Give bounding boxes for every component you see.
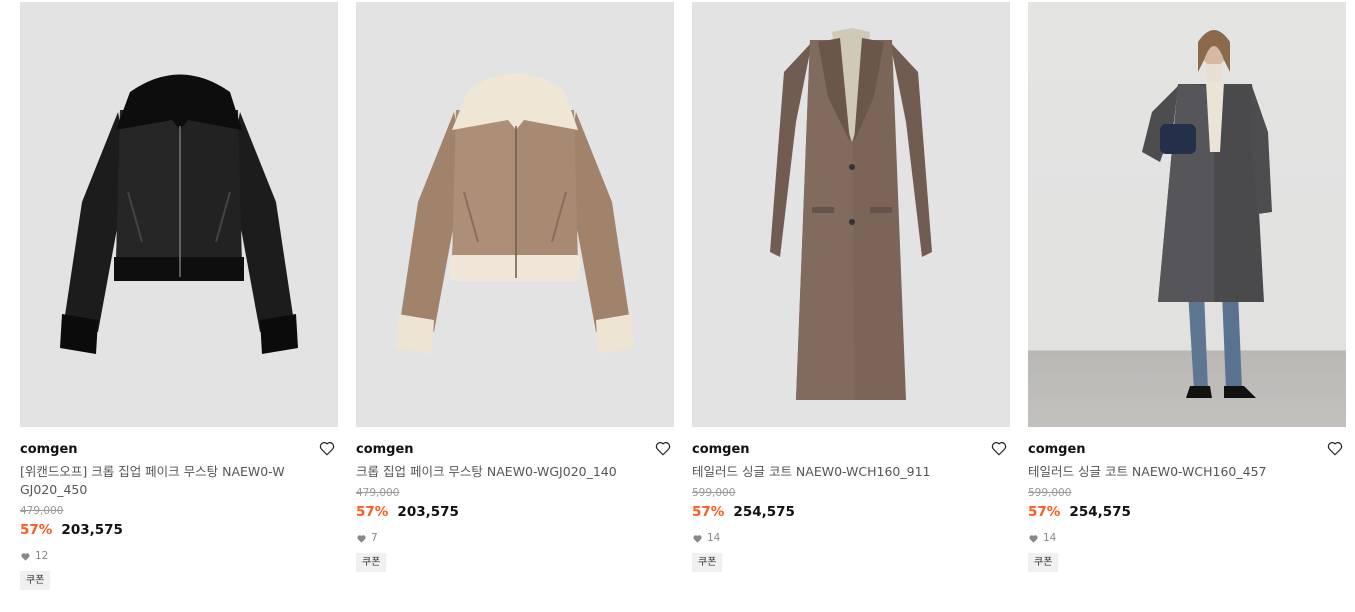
product-card[interactable]: comgen 테일러드 싱글 코트 NAEW0-WCH160_457 599,0… bbox=[1028, 2, 1346, 572]
heart-filled-icon bbox=[357, 534, 366, 543]
brand-name[interactable]: comgen bbox=[692, 441, 1010, 458]
product-image[interactable] bbox=[1028, 2, 1346, 427]
discount-rate: 57% bbox=[692, 504, 725, 520]
product-title[interactable]: 테일러드 싱글 코트 NAEW0-WCH160_911 bbox=[692, 463, 962, 481]
product-image[interactable] bbox=[356, 2, 674, 427]
sale-price: 254,575 bbox=[733, 504, 795, 520]
coupon-badge: 쿠폰 bbox=[1028, 553, 1059, 572]
product-card[interactable]: comgen 크롭 집업 페이크 무스탕 NAEW0-WGJ020_140 47… bbox=[356, 2, 674, 572]
likes-number: 14 bbox=[1043, 532, 1057, 544]
discount-rate: 57% bbox=[356, 504, 389, 520]
sale-price: 254,575 bbox=[1069, 504, 1131, 520]
likes-count: 7 bbox=[356, 531, 674, 545]
likes-count: 14 bbox=[1028, 531, 1346, 545]
original-price: 599,000 bbox=[1028, 487, 1072, 499]
product-title[interactable]: 테일러드 싱글 코트 NAEW0-WCH160_457 bbox=[1028, 463, 1298, 481]
price-row: 57% 203,575 bbox=[20, 519, 338, 540]
original-price: 479,000 bbox=[20, 505, 64, 517]
product-image[interactable] bbox=[692, 2, 1010, 427]
model-coat-illustration bbox=[1142, 30, 1272, 398]
product-grid: comgen [위캔드오프] 크롭 집업 페이크 무스탕 NAEW0-WGJ02… bbox=[0, 0, 1355, 612]
discount-rate: 57% bbox=[20, 522, 53, 538]
sale-price: 203,575 bbox=[61, 522, 123, 538]
product-info: comgen 테일러드 싱글 코트 NAEW0-WCH160_457 599,0… bbox=[1028, 427, 1346, 572]
brand-name[interactable]: comgen bbox=[356, 441, 674, 458]
brown-jacket-illustration bbox=[396, 73, 634, 354]
product-image[interactable] bbox=[20, 2, 338, 427]
product-title[interactable]: [위캔드오프] 크롭 집업 페이크 무스탕 NAEW0-WGJ020_450 bbox=[20, 463, 290, 499]
product-card[interactable]: comgen [위캔드오프] 크롭 집업 페이크 무스탕 NAEW0-WGJ02… bbox=[20, 2, 338, 590]
coupon-badge: 쿠폰 bbox=[692, 553, 723, 572]
sale-price: 203,575 bbox=[397, 504, 459, 520]
product-card[interactable]: comgen 테일러드 싱글 코트 NAEW0-WCH160_911 599,0… bbox=[692, 2, 1010, 572]
likes-number: 12 bbox=[35, 550, 49, 562]
heart-filled-icon bbox=[1029, 534, 1038, 543]
original-price: 599,000 bbox=[692, 487, 736, 499]
likes-number: 14 bbox=[707, 532, 721, 544]
likes-count: 14 bbox=[692, 531, 1010, 545]
heart-outline-icon[interactable] bbox=[318, 439, 336, 457]
product-info: comgen 테일러드 싱글 코트 NAEW0-WCH160_911 599,0… bbox=[692, 427, 1010, 572]
product-info: comgen [위캔드오프] 크롭 집업 페이크 무스탕 NAEW0-WGJ02… bbox=[20, 427, 338, 590]
price-row: 57% 254,575 bbox=[692, 501, 1010, 522]
brand-name[interactable]: comgen bbox=[20, 441, 338, 458]
likes-count: 12 bbox=[20, 549, 338, 563]
coupon-badge: 쿠폰 bbox=[20, 571, 51, 590]
heart-filled-icon bbox=[21, 552, 30, 561]
likes-number: 7 bbox=[371, 532, 378, 544]
price-row: 57% 254,575 bbox=[1028, 501, 1346, 522]
heart-filled-icon bbox=[693, 534, 702, 543]
coupon-badge: 쿠폰 bbox=[356, 553, 387, 572]
heart-outline-icon[interactable] bbox=[1326, 439, 1344, 457]
brown-coat-illustration bbox=[770, 28, 932, 400]
heart-outline-icon[interactable] bbox=[990, 439, 1008, 457]
product-info: comgen 크롭 집업 페이크 무스탕 NAEW0-WGJ020_140 47… bbox=[356, 427, 674, 572]
brand-name[interactable]: comgen bbox=[1028, 441, 1346, 458]
original-price: 479,000 bbox=[356, 487, 400, 499]
product-title[interactable]: 크롭 집업 페이크 무스탕 NAEW0-WGJ020_140 bbox=[356, 463, 626, 481]
price-row: 57% 203,575 bbox=[356, 501, 674, 522]
discount-rate: 57% bbox=[1028, 504, 1061, 520]
heart-outline-icon[interactable] bbox=[654, 439, 672, 457]
black-jacket-illustration bbox=[60, 74, 298, 354]
